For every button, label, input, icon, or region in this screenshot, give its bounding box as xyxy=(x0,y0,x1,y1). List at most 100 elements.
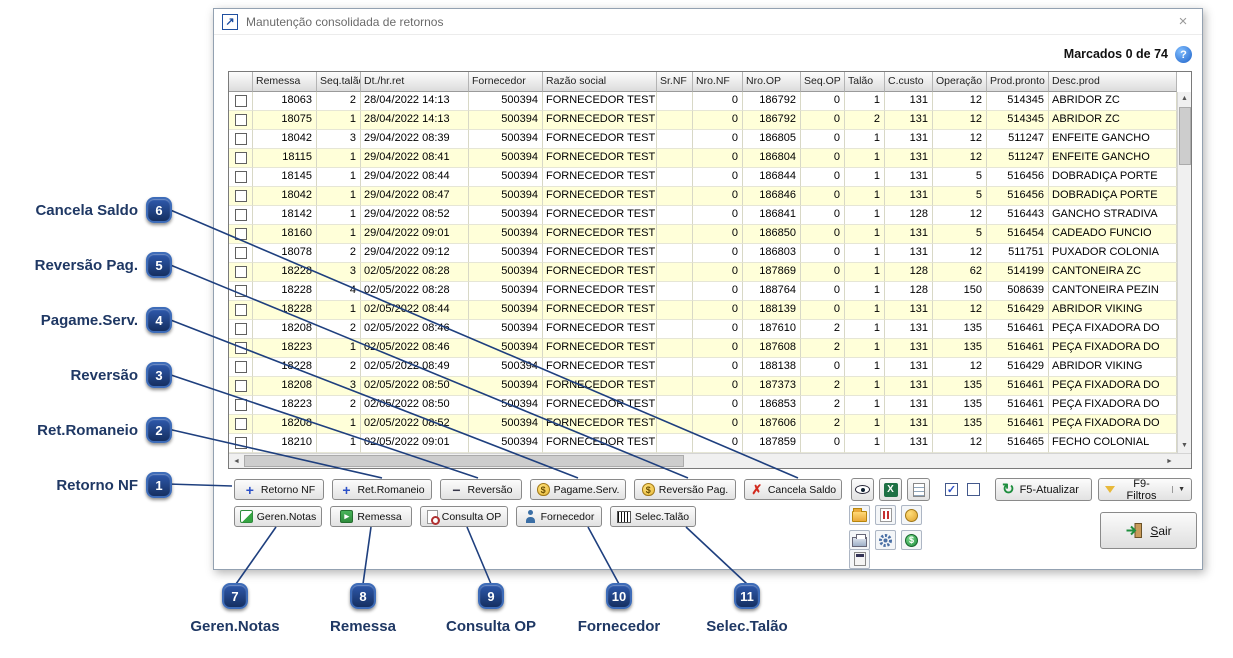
table-cell: 516461 xyxy=(987,377,1049,396)
table-row: 18145129/04/2022 08:44500394FORNECEDOR T… xyxy=(229,168,1177,187)
selec-talao-button[interactable]: Selec.Talão xyxy=(610,506,696,527)
eye-icon xyxy=(855,485,870,494)
row-checkbox[interactable] xyxy=(235,266,247,278)
table-cell xyxy=(657,130,693,149)
row-checkbox[interactable] xyxy=(235,114,247,126)
row-checkbox[interactable] xyxy=(235,228,247,240)
column-header-dt-hr-ret[interactable]: Dt./hr.ret xyxy=(361,72,469,92)
callout-remessa: 8Remessa xyxy=(303,583,423,635)
table-cell: 516443 xyxy=(987,206,1049,225)
scroll-right-icon[interactable]: ► xyxy=(1162,458,1177,465)
geren-notas-button[interactable]: Geren.Notas xyxy=(234,506,322,527)
table-cell: 1 xyxy=(845,263,885,282)
table-cell: 150 xyxy=(933,282,987,301)
table-cell xyxy=(657,187,693,206)
printer-icon xyxy=(852,537,867,547)
ret-romaneio-button[interactable]: +Ret.Romaneio xyxy=(332,479,432,500)
row-checkbox[interactable] xyxy=(235,418,247,430)
scroll-up-icon[interactable]: ▲ xyxy=(1181,92,1188,106)
row-checkbox-cell xyxy=(229,149,253,168)
column-header-sr-nf[interactable]: Sr.NF xyxy=(657,72,693,92)
row-checkbox[interactable] xyxy=(235,380,247,392)
close-button[interactable]: × xyxy=(1172,13,1194,30)
reversao-button[interactable]: −Reversão xyxy=(440,479,522,500)
table-cell: 18160 xyxy=(253,225,317,244)
column-header-seq-op[interactable]: Seq.OP xyxy=(801,72,845,92)
row-checkbox[interactable] xyxy=(235,437,247,449)
printer-button[interactable] xyxy=(849,530,870,550)
column-header-c-custo[interactable]: C.custo xyxy=(885,72,933,92)
row-checkbox[interactable] xyxy=(235,133,247,145)
table-cell: 187869 xyxy=(743,263,801,282)
horizontal-scrollbar[interactable]: ◄ ► xyxy=(229,453,1191,468)
table-row: 18078229/04/2022 09:12500394FORNECEDOR T… xyxy=(229,244,1177,263)
table-cell: 02/05/2022 08:46 xyxy=(361,320,469,339)
row-checkbox[interactable] xyxy=(235,399,247,411)
check-all-button[interactable]: ✓ xyxy=(941,479,962,500)
table-row: 18160129/04/2022 09:01500394FORNECEDOR T… xyxy=(229,225,1177,244)
remessa-button[interactable]: ▸Remessa xyxy=(330,506,412,527)
column-header-prod-pronto[interactable]: Prod.pronto xyxy=(987,72,1049,92)
invoice-button[interactable] xyxy=(875,505,896,525)
row-checkbox[interactable] xyxy=(235,190,247,202)
column-header-talao[interactable]: Talão xyxy=(845,72,885,92)
consulta-op-button[interactable]: Consulta OP xyxy=(420,506,508,527)
preview-button[interactable] xyxy=(851,478,874,501)
cancela-saldo-button[interactable]: ✗Cancela Saldo xyxy=(744,479,842,500)
scroll-left-icon[interactable]: ◄ xyxy=(229,458,244,465)
row-checkbox[interactable] xyxy=(235,209,247,221)
column-header-seq-talao[interactable]: Seq.talão xyxy=(317,72,361,92)
table-cell: FORNECEDOR TESTE xyxy=(543,92,657,111)
calculator-button[interactable] xyxy=(849,549,870,569)
table-cell: 2 xyxy=(845,111,885,130)
row-checkbox[interactable] xyxy=(235,304,247,316)
column-header-remessa[interactable]: Remessa xyxy=(253,72,317,92)
table-cell: 5 xyxy=(933,168,987,187)
fornecedor-button[interactable]: Fornecedor xyxy=(516,506,602,527)
vertical-scrollbar[interactable]: ▲ ▼ xyxy=(1177,92,1191,453)
table-cell: 0 xyxy=(693,396,743,415)
export-excel-button[interactable]: X xyxy=(879,478,902,501)
row-checkbox[interactable] xyxy=(235,323,247,335)
settings-button[interactable] xyxy=(875,530,896,550)
table-cell: 0 xyxy=(801,187,845,206)
table-cell: FORNECEDOR TESTE xyxy=(543,339,657,358)
row-checkbox[interactable] xyxy=(235,171,247,183)
column-header-razao-social[interactable]: Razão social xyxy=(543,72,657,92)
table-cell: 135 xyxy=(933,415,987,434)
column-header-fornecedor[interactable]: Fornecedor xyxy=(469,72,543,92)
report-button[interactable] xyxy=(907,478,930,501)
uncheck-all-button[interactable] xyxy=(963,479,984,500)
table-cell: 0 xyxy=(801,244,845,263)
table-cell: ABRIDOR VIKING xyxy=(1049,301,1177,320)
f9-filters-button[interactable]: F9-Filtros ▼ xyxy=(1098,478,1192,501)
scroll-down-icon[interactable]: ▼ xyxy=(1181,439,1188,453)
dropdown-arrow-icon[interactable]: ▼ xyxy=(1172,486,1185,493)
row-checkbox[interactable] xyxy=(235,247,247,259)
vertical-scroll-thumb[interactable] xyxy=(1179,107,1191,165)
table-cell: 516465 xyxy=(987,434,1049,453)
pagame-serv-button[interactable]: $Pagame.Serv. xyxy=(530,479,626,500)
money-button[interactable]: $ xyxy=(901,530,922,550)
exit-button[interactable]: Sair xyxy=(1100,512,1197,549)
column-header-nro-nf[interactable]: Nro.NF xyxy=(693,72,743,92)
horizontal-scroll-thumb[interactable] xyxy=(244,455,684,467)
help-icon[interactable]: ? xyxy=(1175,46,1192,63)
column-header-nro-op[interactable]: Nro.OP xyxy=(743,72,801,92)
retorno-nf-button[interactable]: +Retorno NF xyxy=(234,479,324,500)
row-checkbox[interactable] xyxy=(235,152,247,164)
table-cell: 18208 xyxy=(253,320,317,339)
row-checkbox[interactable] xyxy=(235,285,247,297)
column-header-operacao[interactable]: Operação xyxy=(933,72,987,92)
table-cell: CADEADO FUNCIO xyxy=(1049,225,1177,244)
folder-button[interactable] xyxy=(849,505,870,525)
column-header-desc-prod[interactable]: Desc.prod xyxy=(1049,72,1177,92)
row-checkbox[interactable] xyxy=(235,95,247,107)
callout-pagame-serv: Pagame.Serv.4 xyxy=(0,306,172,334)
table-cell: 186805 xyxy=(743,130,801,149)
row-checkbox[interactable] xyxy=(235,342,247,354)
coins-button[interactable] xyxy=(901,505,922,525)
f5-refresh-button[interactable]: ↻ F5-Atualizar xyxy=(995,478,1092,501)
reversao-pag-button[interactable]: $Reversão Pag. xyxy=(634,479,736,500)
row-checkbox[interactable] xyxy=(235,361,247,373)
